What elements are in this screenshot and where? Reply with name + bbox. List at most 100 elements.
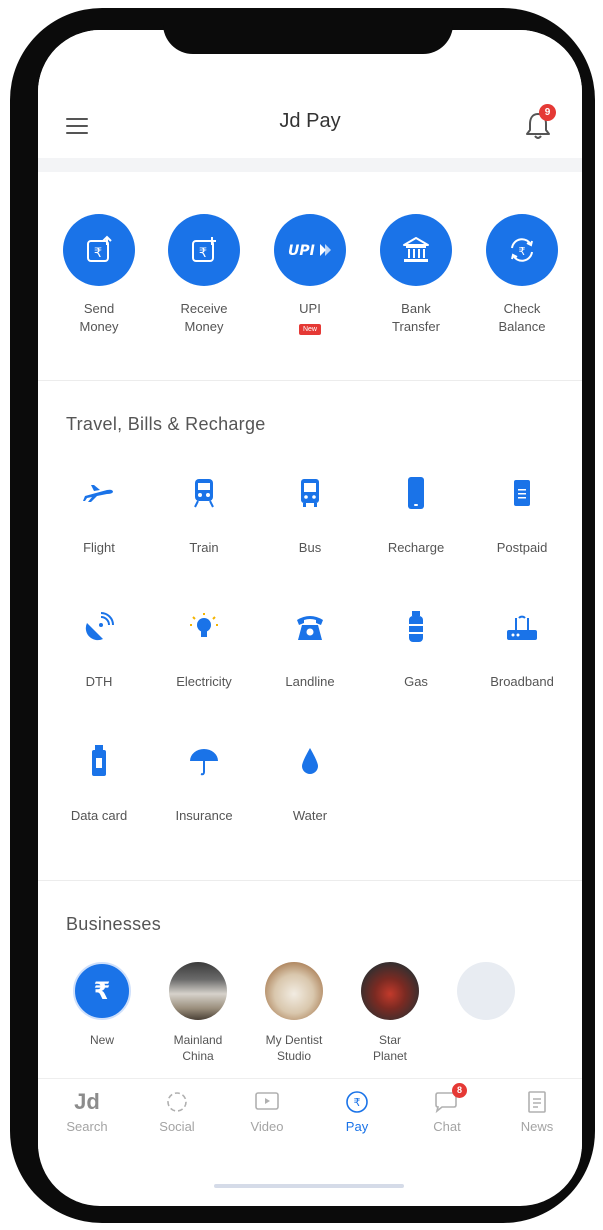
insurance-label: Insurance (175, 808, 233, 823)
placeholder-avatar (457, 962, 515, 1020)
receive-money-label-1: Receive (180, 301, 228, 316)
bank-icon (380, 214, 452, 286)
nav-social-label: Social (159, 1119, 195, 1134)
svg-text:₹: ₹ (354, 1096, 361, 1109)
business-label-1: My Dentist (265, 1033, 323, 1047)
bus-icon (293, 476, 327, 510)
nav-video[interactable]: Video (222, 1087, 312, 1134)
train-label: Train (189, 540, 219, 555)
water-tile[interactable]: Water (257, 744, 363, 823)
section-divider (38, 880, 582, 881)
nav-pay-label: Pay (345, 1119, 369, 1134)
upi-button[interactable]: UPI UPI New (257, 214, 363, 336)
postpaid-label: Postpaid (496, 540, 548, 555)
recharge-tile[interactable]: Recharge (363, 476, 469, 555)
insurance-tile[interactable]: Insurance (151, 744, 257, 823)
chat-count-badge: 8 (452, 1083, 467, 1098)
business-star-planet[interactable]: Star Planet (342, 962, 438, 1064)
page-title: Jd Pay (279, 110, 341, 132)
train-icon (187, 476, 221, 510)
mobile-icon (399, 476, 433, 510)
bank-label-2: Transfer (392, 319, 440, 334)
flight-label: Flight (83, 540, 115, 555)
datacard-tile[interactable]: Data card (46, 744, 152, 823)
business-label-2: China (182, 1049, 214, 1063)
receive-money-icon: ₹ (168, 214, 240, 286)
send-money-button[interactable]: ₹ Send Money (46, 214, 152, 336)
umbrella-icon (187, 744, 221, 778)
bottom-navigation: Jd Search Social Video ₹ Pay 8 Chat News (38, 1078, 582, 1149)
business-label-1: Mainland (173, 1033, 223, 1047)
send-money-label-2: Money (79, 319, 119, 334)
phone-frame: Jd Pay 9 ₹ Send Money ₹ Receive Money UP… (10, 8, 595, 1223)
broadband-label: Broadband (490, 674, 554, 689)
electricity-tile[interactable]: Electricity (151, 610, 257, 689)
home-indicator[interactable] (214, 1184, 404, 1188)
bank-transfer-button[interactable]: Bank Transfer (363, 214, 469, 336)
business-my-dentist-studio[interactable]: My Dentist Studio (246, 962, 342, 1064)
social-icon (132, 1087, 222, 1117)
dth-tile[interactable]: DTH (46, 610, 152, 689)
bulb-icon (187, 610, 221, 644)
nav-chat-label: Chat (433, 1119, 461, 1134)
landline-label: Landline (285, 674, 335, 689)
gas-cylinder-icon (399, 610, 433, 644)
business-label-2: Planet (372, 1049, 408, 1063)
landline-tile[interactable]: Landline (257, 610, 363, 689)
business-label-1: New (89, 1033, 114, 1047)
business-new[interactable]: ₹ New (54, 962, 150, 1048)
business-label-1: Star (378, 1033, 401, 1047)
nav-search-label: Search (66, 1119, 108, 1134)
bus-tile[interactable]: Bus (257, 476, 363, 555)
upi-icon: UPI (274, 214, 346, 286)
receive-money-label-2: Money (184, 319, 224, 334)
gas-label: Gas (404, 674, 428, 689)
nav-chat[interactable]: 8 Chat (402, 1083, 492, 1134)
svg-text:₹: ₹ (94, 246, 102, 261)
upi-label: UPI (299, 301, 321, 316)
check-label-1: Check (503, 301, 541, 316)
train-tile[interactable]: Train (151, 476, 257, 555)
video-icon (222, 1087, 312, 1117)
send-money-icon: ₹ (63, 214, 135, 286)
nav-search[interactable]: Jd Search (42, 1087, 132, 1134)
business-mainland-china[interactable]: Mainland China (150, 962, 246, 1064)
nav-news[interactable]: News (492, 1087, 582, 1134)
svg-text:₹: ₹ (519, 245, 526, 258)
dth-label: DTH (85, 674, 113, 689)
recharge-label: Recharge (387, 540, 445, 555)
section-divider (38, 380, 582, 381)
check-balance-button[interactable]: ₹ Check Balance (469, 214, 575, 336)
router-icon (505, 610, 539, 644)
phone-icon (293, 610, 327, 644)
nav-pay[interactable]: ₹ Pay (312, 1087, 402, 1134)
bill-icon (505, 476, 539, 510)
business-label-2: Studio (276, 1049, 312, 1063)
broadband-tile[interactable]: Broadband (469, 610, 575, 689)
electricity-label: Electricity (176, 674, 232, 689)
datacard-icon (82, 744, 116, 778)
pay-icon: ₹ (312, 1087, 402, 1117)
receive-money-button[interactable]: ₹ Receive Money (151, 214, 257, 336)
flight-icon (82, 476, 116, 510)
datacard-label: Data card (70, 808, 128, 823)
chat-icon: 8 (402, 1083, 492, 1117)
gas-tile[interactable]: Gas (363, 610, 469, 689)
check-label-2: Balance (498, 319, 546, 334)
business-photo (265, 962, 323, 1020)
nav-video-label: Video (250, 1119, 284, 1134)
app-screen: Jd Pay 9 ₹ Send Money ₹ Receive Money UP… (38, 30, 582, 1206)
nav-social[interactable]: Social (132, 1087, 222, 1134)
postpaid-tile[interactable]: Postpaid (469, 476, 575, 555)
business-photo (169, 962, 227, 1020)
money-actions-row: ₹ Send Money ₹ Receive Money UPI UPI New (38, 172, 582, 380)
svg-text:₹: ₹ (199, 246, 207, 261)
notification-count-badge: 9 (539, 104, 556, 121)
dish-icon (82, 610, 116, 644)
svg-text:UPI: UPI (288, 243, 315, 259)
travel-section-title: Travel, Bills & Recharge (66, 414, 266, 434)
flight-tile[interactable]: Flight (46, 476, 152, 555)
send-money-label-1: Send (83, 301, 115, 316)
businesses-section-title: Businesses (66, 914, 162, 934)
bank-label-1: Bank (401, 301, 431, 316)
